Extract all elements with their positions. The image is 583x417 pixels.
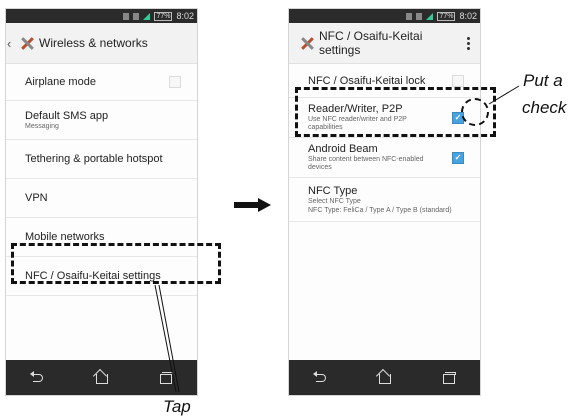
right-arrow-icon	[234, 198, 272, 212]
check-leader-line	[488, 85, 520, 105]
annotation-lines	[154, 85, 520, 393]
check-label-line-2: check	[522, 98, 567, 117]
check-label-line-1: Put a	[523, 71, 563, 90]
tap-leader-line-2	[158, 284, 180, 393]
tap-leader-line	[154, 284, 177, 393]
